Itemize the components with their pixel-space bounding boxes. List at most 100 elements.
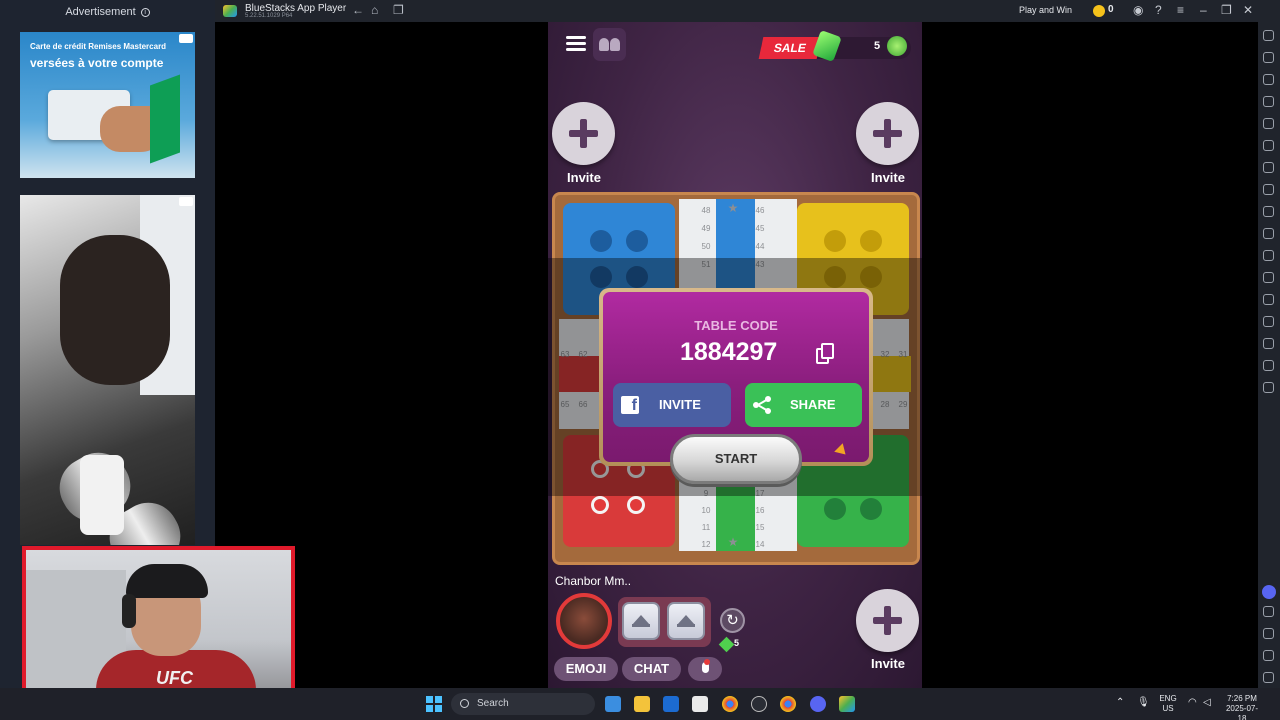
back-icon[interactable] (1263, 628, 1274, 639)
keyboard-icon[interactable] (1263, 74, 1274, 85)
adchoices-icon[interactable] (179, 34, 193, 43)
player-avatar[interactable] (556, 593, 612, 649)
screenshot-icon[interactable] (1263, 206, 1274, 217)
ad-banner-fitness[interactable] (20, 195, 195, 545)
clock-date: 2025-07-18 (1225, 704, 1259, 720)
invite-top-right-label: Invite (871, 170, 905, 185)
settings-icon[interactable] (1263, 382, 1274, 393)
clover-icon[interactable] (887, 36, 907, 56)
reroll-icon[interactable]: ↻ (720, 608, 745, 633)
safe-star-icon: ★ (727, 535, 739, 549)
red-pawn[interactable] (627, 496, 645, 514)
rotate-icon[interactable] (1263, 118, 1274, 129)
ad-banner-mastercard[interactable]: Carte de crédit Remises Mastercard versé… (20, 32, 195, 178)
start-button[interactable]: START (670, 434, 802, 484)
store-icon[interactable] (692, 696, 708, 712)
help-icon[interactable]: ? (1155, 3, 1162, 17)
cell-number: 46 (755, 206, 765, 215)
safe-star-icon: ★ (727, 201, 739, 215)
volume-icon[interactable]: ◁ (1203, 698, 1211, 708)
invite-bottom-right-button[interactable] (856, 589, 919, 652)
cell-number: 10 (701, 506, 711, 515)
chat-button[interactable]: CHAT (622, 657, 681, 681)
language-indicator[interactable]: ENG US (1157, 694, 1179, 714)
multi-instance-icon[interactable] (1263, 184, 1274, 195)
gem-icon (718, 636, 735, 653)
invite-top-left-button[interactable] (552, 102, 615, 165)
share-button[interactable]: SHARE (745, 383, 862, 427)
sale-button[interactable]: SALE (758, 37, 822, 59)
windows-taskbar: Search ⌃ 🎙 ENG US ◠ ◁ 7:26 PM 2025-07-18 (0, 688, 1280, 720)
widgets-icon[interactable] (605, 696, 621, 712)
coin-count: 0 (1108, 4, 1114, 15)
chrome-icon[interactable] (722, 696, 738, 712)
adchoices-icon[interactable] (179, 197, 193, 206)
menu-icon[interactable]: ≡ (1177, 3, 1184, 17)
title-bar: BlueStacks App Player 5.22.51.1029 P64 ←… (215, 0, 1280, 22)
script-icon[interactable] (1263, 338, 1274, 349)
facebook-invite-button[interactable]: f INVITE (613, 383, 731, 427)
discord-icon[interactable] (1262, 585, 1276, 599)
dialog-title: TABLE CODE (694, 318, 778, 333)
copy-icon[interactable] (816, 343, 836, 365)
emoji-button[interactable]: EMOJI (554, 657, 618, 681)
gear-icon[interactable] (1263, 606, 1274, 617)
dice-tray[interactable] (618, 597, 711, 647)
crown-die[interactable] (622, 602, 660, 640)
side-toolbar (1258, 22, 1280, 688)
home-icon[interactable] (1263, 650, 1274, 661)
crown-die[interactable] (667, 602, 705, 640)
chrome-icon[interactable] (780, 696, 796, 712)
restore-icon[interactable]: ❐ (1221, 3, 1232, 17)
home-icon[interactable]: ⌂ (371, 3, 378, 17)
layers-icon[interactable] (1263, 360, 1274, 371)
red-pawn[interactable] (591, 496, 609, 514)
back-arrow-icon[interactable]: ← (352, 3, 364, 17)
shake-icon[interactable] (1263, 140, 1274, 151)
gamepad-icon[interactable] (1263, 96, 1274, 107)
player-name: Chanbor Mm.. (555, 574, 632, 588)
sync-icon[interactable] (1263, 316, 1274, 327)
bluestacks-icon[interactable] (839, 696, 855, 712)
language-code: ENG (1159, 694, 1177, 703)
region-code: US (1162, 704, 1174, 713)
info-icon[interactable]: i (140, 8, 150, 17)
file-explorer-icon[interactable] (634, 696, 650, 712)
microphone-button[interactable] (688, 657, 722, 681)
brand-logo-icon (150, 74, 180, 164)
wifi-icon[interactable]: ◠ (1188, 698, 1197, 708)
invite-bottom-right-label: Invite (871, 656, 905, 671)
media-folder-icon[interactable] (1263, 272, 1274, 283)
webcam-overlay: UFC (22, 546, 295, 704)
invite-top-right-button[interactable] (856, 102, 919, 165)
eco-mode-icon[interactable] (1263, 294, 1274, 305)
cell-number: 45 (755, 224, 765, 233)
location-icon[interactable] (1263, 250, 1274, 261)
invite-button-label: INVITE (659, 397, 701, 412)
friends-button[interactable] (593, 28, 626, 61)
record-icon[interactable] (1263, 228, 1274, 239)
discord-icon[interactable] (810, 696, 826, 712)
outlook-icon[interactable] (663, 696, 679, 712)
volume-icon[interactable] (1263, 52, 1274, 63)
clock[interactable]: 7:26 PM 2025-07-18 (1222, 694, 1262, 720)
recents-icon[interactable] (1263, 672, 1274, 683)
ad-header-label: Advertisement (65, 6, 136, 18)
fullscreen-icon[interactable] (1263, 30, 1274, 41)
play-and-win-button[interactable]: Play and Win (1019, 5, 1072, 15)
taskbar-search[interactable]: Search (451, 693, 595, 715)
chevron-up-icon[interactable]: ⌃ (1116, 698, 1124, 708)
windows-start-icon[interactable] (426, 696, 442, 712)
account-icon[interactable]: ◉ (1133, 3, 1143, 17)
chat-button-label: CHAT (633, 661, 670, 676)
macro-icon[interactable] (1263, 162, 1274, 173)
recent-apps-icon[interactable]: ❐ (393, 3, 404, 17)
search-placeholder: Search (477, 698, 509, 709)
microphone-icon[interactable]: 🎙 (1137, 698, 1150, 708)
minimize-icon[interactable]: – (1200, 3, 1207, 17)
hamburger-menu-icon[interactable] (566, 36, 586, 52)
close-icon[interactable]: ✕ (1243, 3, 1253, 17)
obs-icon[interactable] (751, 696, 767, 712)
app-version: 5.22.51.1029 P64 (245, 13, 293, 19)
search-icon (460, 699, 469, 708)
